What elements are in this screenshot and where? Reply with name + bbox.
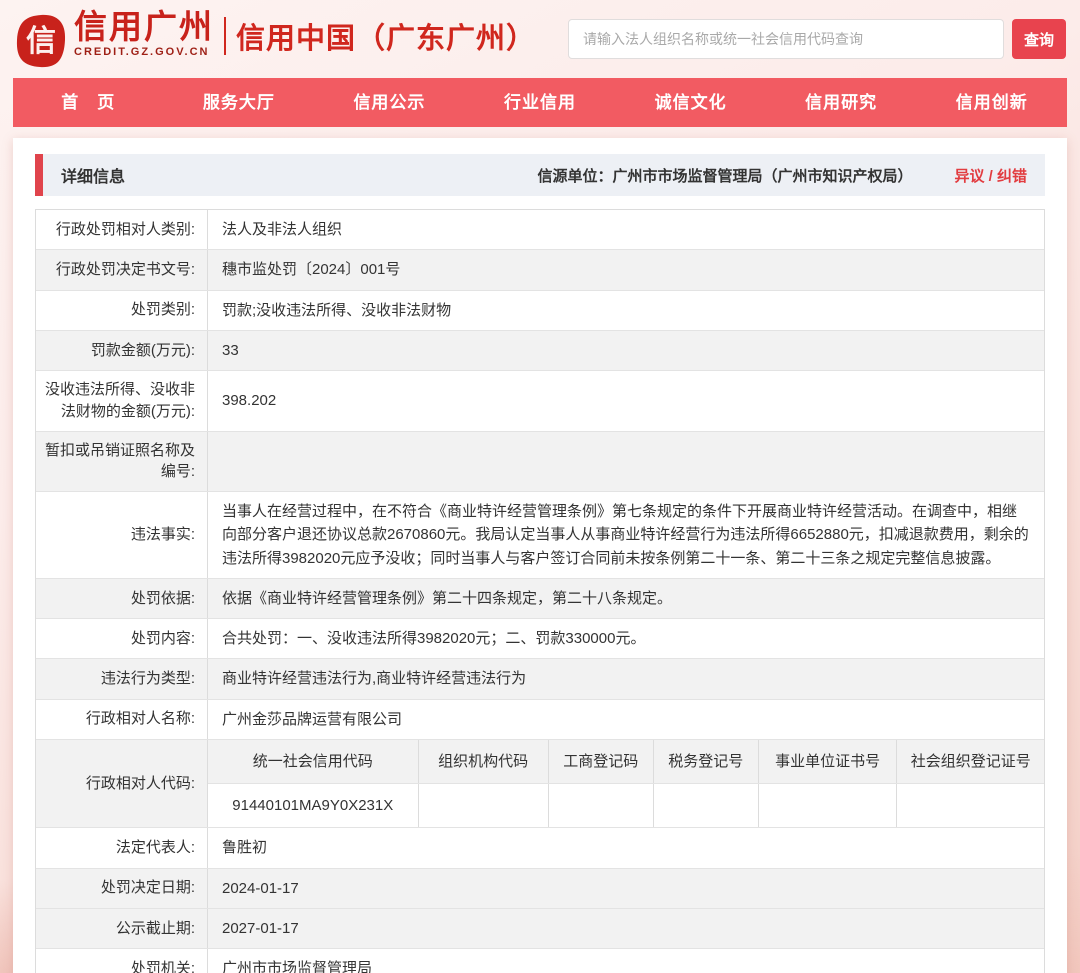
row-value: 广州金莎品牌运营有限公司: [208, 700, 1044, 739]
code-col-value: [897, 784, 1044, 828]
row-value: 商业特许经营违法行为,商业特许经营违法行为: [208, 659, 1044, 698]
row-value: 穗市监处罚〔2024〕001号: [208, 250, 1044, 289]
row-label: 处罚内容:: [36, 619, 208, 658]
row-value: 2027-01-17: [208, 909, 1044, 948]
code-col-value: [548, 784, 653, 828]
table-row: 处罚依据:依据《商业特许经营管理条例》第二十四条规定，第二十八条规定。: [36, 579, 1044, 619]
detail-header-bar: 详细信息 信源单位：广州市市场监督管理局（广州市知识产权局） 异议 / 纠错: [35, 154, 1045, 196]
nav-item-2[interactable]: 信用公示: [314, 78, 465, 127]
row-value: 罚款;没收违法所得、没收非法财物: [208, 291, 1044, 330]
code-col-header: 工商登记码: [548, 740, 653, 784]
code-col-header: 社会组织登记证号: [897, 740, 1044, 784]
row-label: 行政处罚相对人类别:: [36, 210, 208, 249]
page-title: 详细信息: [61, 163, 125, 187]
code-col-header: 统一社会信用代码: [208, 740, 418, 784]
table-row: 行政处罚决定书文号:穗市监处罚〔2024〕001号: [36, 250, 1044, 290]
row-label: 行政相对人代码:: [36, 740, 208, 828]
row-value: 广州市市场监督管理局: [208, 949, 1044, 973]
row-value: 2024-01-17: [208, 869, 1044, 908]
row-label: 行政处罚决定书文号:: [36, 250, 208, 289]
entity-code-table: 统一社会信用代码组织机构代码工商登记码税务登记号事业单位证书号社会组织登记证号 9…: [208, 740, 1044, 828]
source-unit-label: 信源单位：广州市市场监督管理局（广州市知识产权局）: [537, 165, 912, 186]
row-label: 法定代表人:: [36, 828, 208, 867]
credit-seal-icon: 信: [14, 13, 68, 69]
page-header: 信 信用广州 CREDIT.GZ.GOV.CN 信用中国（广东广州） 查询: [0, 0, 1080, 78]
row-value: 33: [208, 331, 1044, 370]
row-label: 行政相对人名称:: [36, 700, 208, 739]
info-table: 行政处罚相对人类别:法人及非法人组织行政处罚决定书文号:穗市监处罚〔2024〕0…: [35, 209, 1045, 973]
site-domain: CREDIT.GZ.GOV.CN: [74, 46, 214, 58]
code-col-header: 事业单位证书号: [758, 740, 897, 784]
table-row: 处罚决定日期:2024-01-17: [36, 869, 1044, 909]
row-value: [208, 432, 1044, 492]
row-label: 公示截止期:: [36, 909, 208, 948]
row-label: 处罚依据:: [36, 579, 208, 618]
feedback-link[interactable]: 异议 / 纠错: [954, 165, 1027, 186]
table-row: 违法行为类型:商业特许经营违法行为,商业特许经营违法行为: [36, 659, 1044, 699]
table-row: 法定代表人:鲁胜初: [36, 828, 1044, 868]
logo-divider: [224, 17, 226, 55]
row-label: 罚款金额(万元):: [36, 331, 208, 370]
table-row: 暂扣或吊销证照名称及编号:: [36, 432, 1044, 493]
row-value: 鲁胜初: [208, 828, 1044, 867]
table-row: 处罚机关:广州市市场监督管理局: [36, 949, 1044, 973]
code-col-header: 组织机构代码: [418, 740, 548, 784]
table-row: 行政相对人代码:统一社会信用代码组织机构代码工商登记码税务登记号事业单位证书号社…: [36, 740, 1044, 829]
table-row: 没收违法所得、没收非法财物的金额(万元):398.202: [36, 371, 1044, 432]
nav-item-3[interactable]: 行业信用: [465, 78, 616, 127]
code-col-header: 税务登记号: [653, 740, 758, 784]
table-row: 违法事实:当事人在经营过程中，在不符合《商业特许经营管理条例》第七条规定的条件下…: [36, 492, 1044, 579]
table-row: 处罚内容:合共处罚：一、没收违法所得3982020元；二、罚款330000元。: [36, 619, 1044, 659]
nav-item-0[interactable]: 首 页: [13, 78, 164, 127]
site-name: 信用广州: [74, 9, 214, 45]
detail-card: 详细信息 信源单位：广州市市场监督管理局（广州市知识产权局） 异议 / 纠错 行…: [13, 138, 1067, 973]
table-row: 公示截止期:2027-01-17: [36, 909, 1044, 949]
nav-item-6[interactable]: 信用创新: [916, 78, 1067, 127]
main-nav: 首 页服务大厅信用公示行业信用诚信文化信用研究信用创新: [13, 78, 1067, 127]
code-col-value: [418, 784, 548, 828]
row-value: 统一社会信用代码组织机构代码工商登记码税务登记号事业单位证书号社会组织登记证号 9…: [208, 740, 1044, 828]
row-label: 违法事实:: [36, 492, 208, 578]
row-label: 没收违法所得、没收非法财物的金额(万元):: [36, 371, 208, 431]
table-row: 处罚类别:罚款;没收违法所得、没收非法财物: [36, 291, 1044, 331]
accent-bar: [35, 154, 43, 196]
nav-item-4[interactable]: 诚信文化: [615, 78, 766, 127]
row-label: 处罚类别:: [36, 291, 208, 330]
code-col-value: 91440101MA9Y0X231X: [208, 784, 418, 828]
row-value: 依据《商业特许经营管理条例》第二十四条规定，第二十八条规定。: [208, 579, 1044, 618]
nav-item-5[interactable]: 信用研究: [766, 78, 917, 127]
row-label: 处罚决定日期:: [36, 869, 208, 908]
code-col-value: [653, 784, 758, 828]
nav-item-1[interactable]: 服务大厅: [164, 78, 315, 127]
row-label: 暂扣或吊销证照名称及编号:: [36, 432, 208, 492]
search-button[interactable]: 查询: [1012, 19, 1066, 59]
search-input[interactable]: [568, 19, 1004, 59]
row-value: 398.202: [208, 371, 1044, 431]
table-row: 行政处罚相对人类别:法人及非法人组织: [36, 210, 1044, 250]
row-value: 当事人在经营过程中，在不符合《商业特许经营管理条例》第七条规定的条件下开展商业特…: [208, 492, 1044, 578]
svg-text:信: 信: [26, 25, 56, 58]
code-col-value: [758, 784, 897, 828]
row-value: 合共处罚：一、没收违法所得3982020元；二、罚款330000元。: [208, 619, 1044, 658]
row-value: 法人及非法人组织: [208, 210, 1044, 249]
site-subtitle: 信用中国（广东广州）: [236, 15, 536, 57]
row-label: 处罚机关:: [36, 949, 208, 973]
table-row: 行政相对人名称:广州金莎品牌运营有限公司: [36, 700, 1044, 740]
table-row: 罚款金额(万元):33: [36, 331, 1044, 371]
search-group: 查询: [568, 19, 1066, 59]
row-label: 违法行为类型:: [36, 659, 208, 698]
site-logo[interactable]: 信 信用广州 CREDIT.GZ.GOV.CN 信用中国（广东广州）: [14, 9, 536, 69]
logo-text: 信用广州 CREDIT.GZ.GOV.CN: [74, 9, 214, 58]
